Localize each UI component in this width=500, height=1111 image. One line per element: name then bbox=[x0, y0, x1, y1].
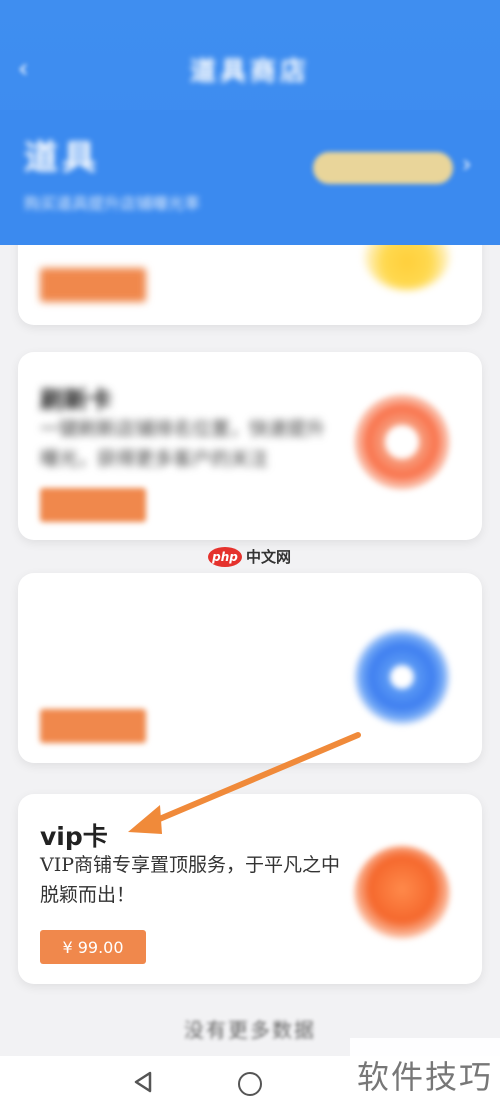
php-cn-watermark: php 中文网 bbox=[208, 546, 291, 567]
hero-subtitle: 购买道具提升店铺曝光率 bbox=[24, 194, 201, 213]
card-title: 刷新卡 bbox=[40, 386, 112, 414]
header: ‹ 道具商店 道具 购买道具提升店铺曝光率 › bbox=[0, 0, 500, 245]
status-bar bbox=[0, 0, 500, 38]
php-logo: php bbox=[208, 546, 242, 567]
hero-button[interactable] bbox=[313, 152, 453, 184]
title-bar: ‹ 道具商店 bbox=[0, 38, 500, 100]
card-description: VIP商铺专享置顶服务，于平凡之中脱颖而出！ bbox=[40, 854, 341, 906]
price-button[interactable] bbox=[40, 709, 146, 743]
prop-card-3[interactable] bbox=[18, 573, 482, 763]
card-title: vip卡 bbox=[40, 822, 108, 851]
vip-icon bbox=[354, 846, 450, 942]
nav-back-icon[interactable] bbox=[132, 1070, 154, 1094]
hero-banner: 道具 购买道具提升店铺曝光率 › bbox=[0, 110, 500, 245]
price-button[interactable] bbox=[40, 268, 146, 302]
prop-card-vip[interactable]: vip卡 VIP商铺专享置顶服务，于平凡之中脱颖而出！ ¥ 99.00 bbox=[18, 794, 482, 984]
page-title: 道具商店 bbox=[189, 56, 310, 87]
hero-title: 道具 bbox=[24, 138, 100, 178]
price-button[interactable] bbox=[40, 488, 146, 522]
refresh-icon bbox=[354, 394, 450, 490]
chevron-right-icon[interactable]: › bbox=[462, 150, 472, 178]
nav-home-icon[interactable] bbox=[238, 1072, 262, 1096]
prop-card-refresh[interactable]: 刷新卡 一键刷新店铺排名位置，快速提升曝光，获得更多客户的关注 bbox=[18, 352, 482, 540]
corner-watermark: 软件技巧 bbox=[350, 1038, 500, 1111]
price-button[interactable]: ¥ 99.00 bbox=[40, 930, 146, 964]
target-icon bbox=[354, 629, 450, 725]
php-cn-text: 中文网 bbox=[246, 548, 292, 566]
card-description: 一键刷新店铺排名位置，快速提升曝光，获得更多客户的关注 bbox=[40, 418, 326, 470]
